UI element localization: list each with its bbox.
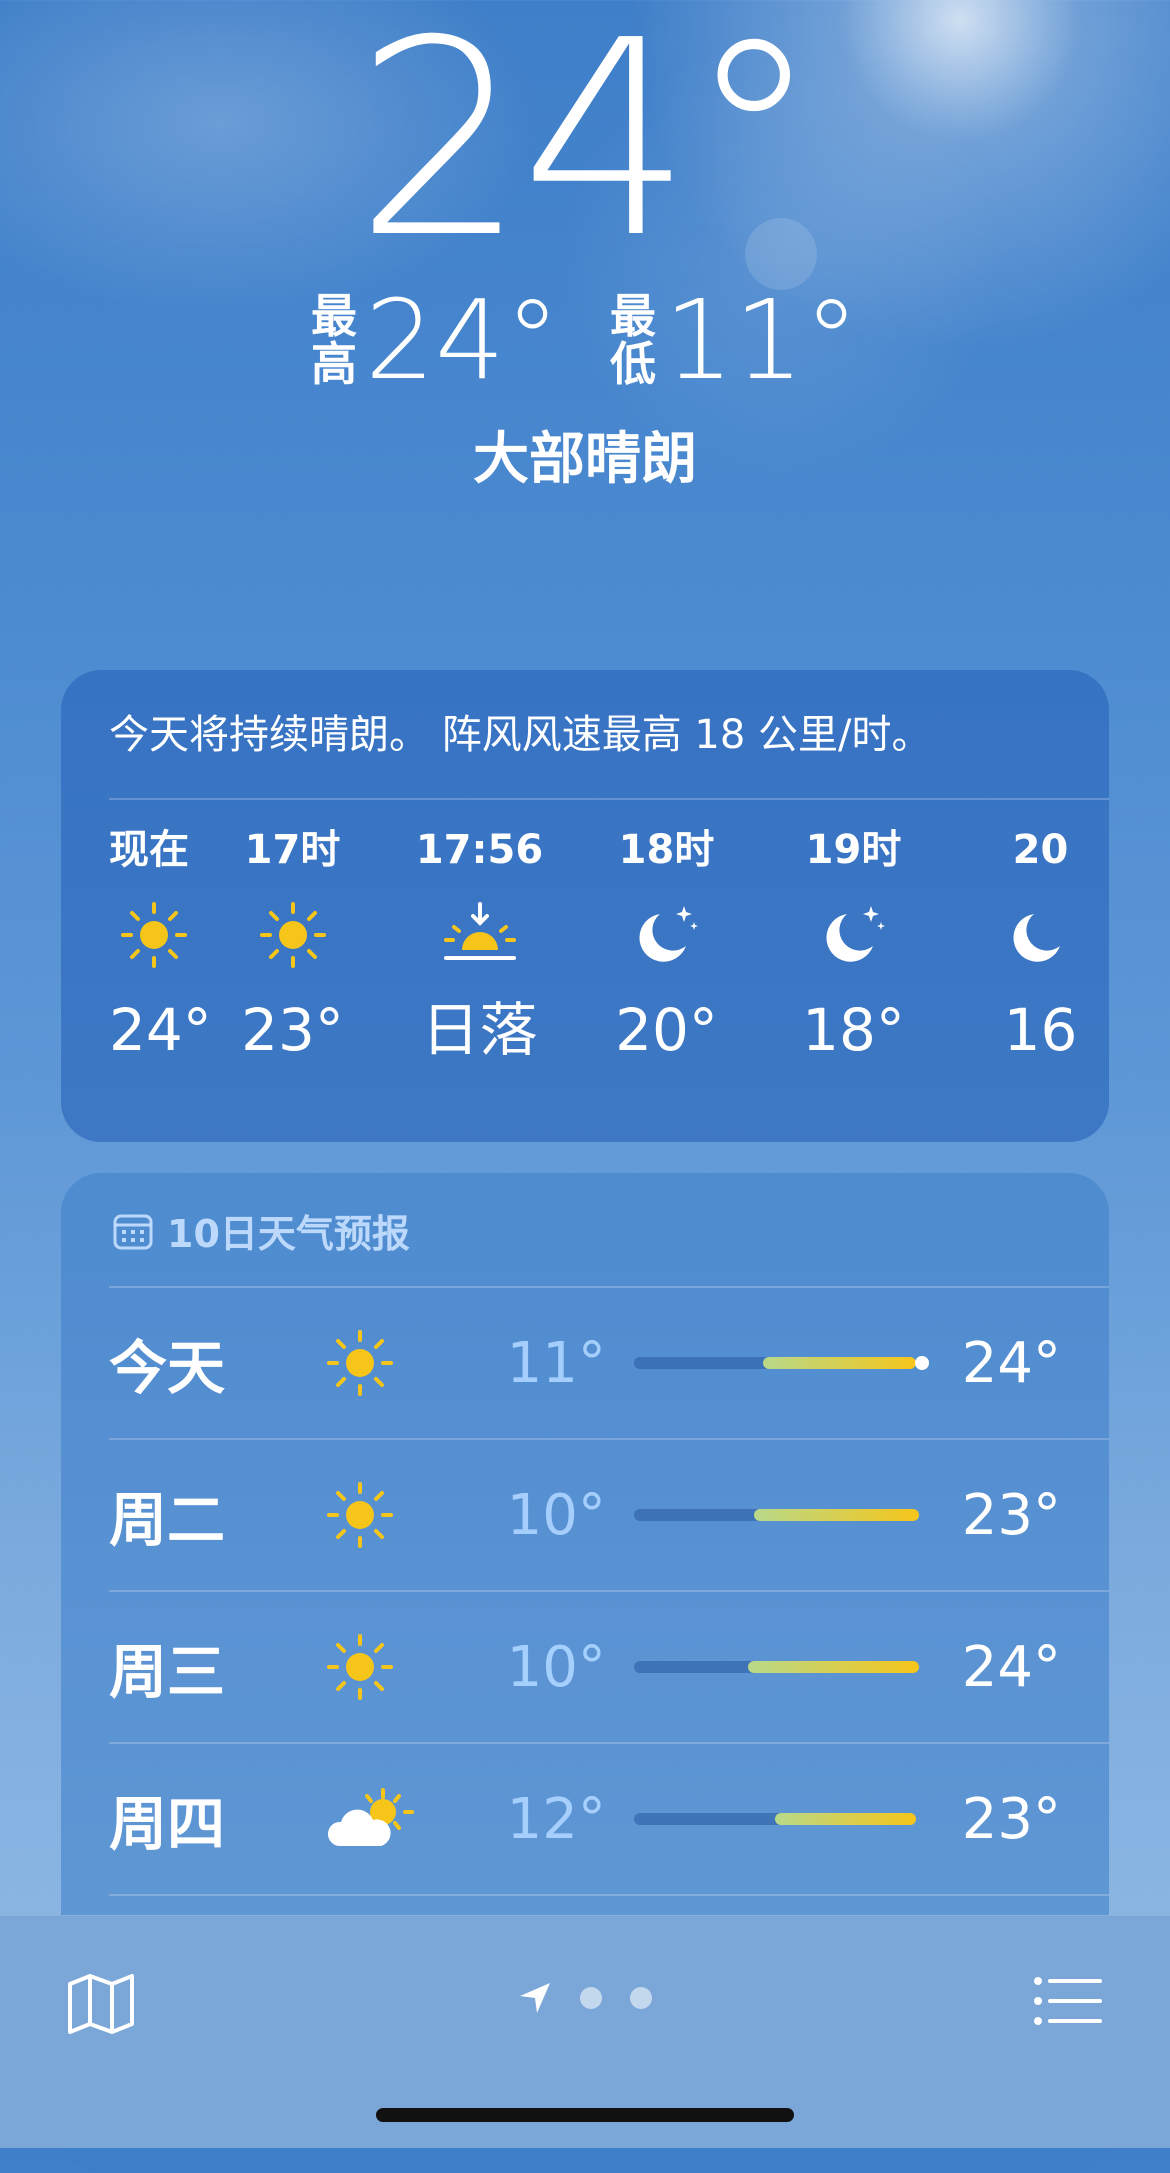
high-low: 最 高 24° 最 低 11° (0, 280, 1170, 400)
high-label: 最 高 (311, 292, 357, 388)
sun-icon (326, 1330, 393, 1396)
hourly-list[interactable]: 现在 24° 17时 23° 17:56 日落 18时 20° 19时 18° … (109, 820, 1109, 1070)
sun-icon (326, 1634, 393, 1700)
hour-time: 18时 (618, 827, 715, 873)
day-row[interactable]: 周二 10° 23° (109, 1440, 1061, 1590)
hourly-forecast-card[interactable]: 今天将持续晴朗。 阵风风速最高 18 公里/时。 现在 24° 17时 23° … (61, 670, 1109, 1142)
daily-header: 10日天气预报 (113, 1203, 410, 1258)
sun-icon (326, 1482, 393, 1548)
hour-time: 17:56 (415, 827, 544, 873)
high-value: 24° (365, 276, 560, 404)
day-low: 11° (506, 1330, 606, 1396)
page-indicator[interactable] (518, 1981, 652, 2015)
temp-range-fill (774, 1813, 916, 1825)
hour-item: 17:56 日落 (386, 820, 573, 1070)
hour-temp: 20° (615, 996, 718, 1064)
hour-time: 19时 (805, 827, 902, 873)
hour-temp: 16 (1003, 996, 1078, 1064)
sun-icon (199, 880, 386, 990)
temp-range-fill (747, 1661, 919, 1673)
hour-temp: 日落 (421, 996, 538, 1064)
page-dot[interactable] (630, 1987, 652, 2009)
temp-range-fill (753, 1509, 919, 1521)
divider (109, 1894, 1109, 1896)
current-temp-dot (914, 1356, 929, 1370)
temp-range-fill (762, 1357, 916, 1369)
hour-time: 20 (1012, 827, 1069, 873)
sun-icon (109, 880, 199, 990)
sunset-icon (386, 880, 573, 990)
moon-stars-icon (947, 880, 1109, 990)
hour-temp: 23° (241, 996, 344, 1064)
low-value: 11° (664, 276, 859, 404)
day-low: 12° (506, 1786, 606, 1852)
partly-cloudy-icon (327, 1788, 414, 1846)
page-dot[interactable] (580, 1987, 602, 2009)
high-label-char: 高 (311, 337, 358, 391)
temp-range-bar (633, 1661, 919, 1673)
day-name: 周二 (109, 1486, 226, 1554)
home-indicator (376, 2108, 794, 2122)
hour-item: 19时 18° (760, 820, 947, 1070)
city-list-button[interactable] (1034, 1976, 1102, 2030)
hour-item: 20 16 (947, 820, 1109, 1070)
list-icon (1034, 1977, 1102, 2025)
low-label-char: 最 (610, 289, 656, 343)
day-row[interactable]: 今天 11° 24° (109, 1288, 1061, 1438)
day-name: 周三 (109, 1638, 226, 1706)
hourly-summary: 今天将持续晴朗。 阵风风速最高 18 公里/时。 (109, 712, 932, 758)
hour-time: 17时 (244, 827, 341, 873)
hour-temp: 18° (802, 996, 905, 1064)
high-temp: 最 高 24° (311, 280, 560, 400)
moon-stars-icon (760, 880, 947, 990)
day-high: 23° (961, 1482, 1061, 1548)
temp-range-bar (633, 1356, 929, 1370)
moon-stars-icon (573, 880, 760, 990)
divider (109, 798, 1109, 800)
low-label-char: 低 (610, 337, 656, 391)
location-arrow-icon (520, 1983, 550, 2013)
day-high: 24° (961, 1330, 1061, 1396)
day-name: 周四 (109, 1790, 226, 1858)
current-temperature: 24° (354, 0, 822, 297)
hour-item: 17时 23° (199, 820, 386, 1070)
high-label-char: 最 (311, 289, 358, 343)
map-icon (68, 1974, 134, 2034)
hour-time: 现在 (109, 827, 189, 873)
temp-range-bar (633, 1509, 919, 1521)
day-low: 10° (506, 1482, 606, 1548)
low-label: 最 低 (610, 292, 656, 388)
condition-text: 大部晴朗 (473, 427, 697, 492)
day-row[interactable]: 周四 12° 23° (109, 1744, 1061, 1894)
low-temp: 最 低 11° (610, 280, 859, 400)
day-row[interactable]: 周三 10° 24° (109, 1592, 1061, 1742)
hour-item: 现在 24° (109, 820, 212, 1070)
day-high: 23° (961, 1786, 1061, 1852)
daily-header-label: 10日天气预报 (167, 1212, 410, 1256)
map-button[interactable] (66, 1972, 136, 2040)
temp-range-bar (633, 1813, 916, 1825)
day-low: 10° (506, 1634, 606, 1700)
day-name: 今天 (109, 1334, 226, 1402)
hour-item: 18时 20° (573, 820, 760, 1070)
calendar-icon (113, 1214, 153, 1249)
day-high: 24° (961, 1634, 1061, 1700)
